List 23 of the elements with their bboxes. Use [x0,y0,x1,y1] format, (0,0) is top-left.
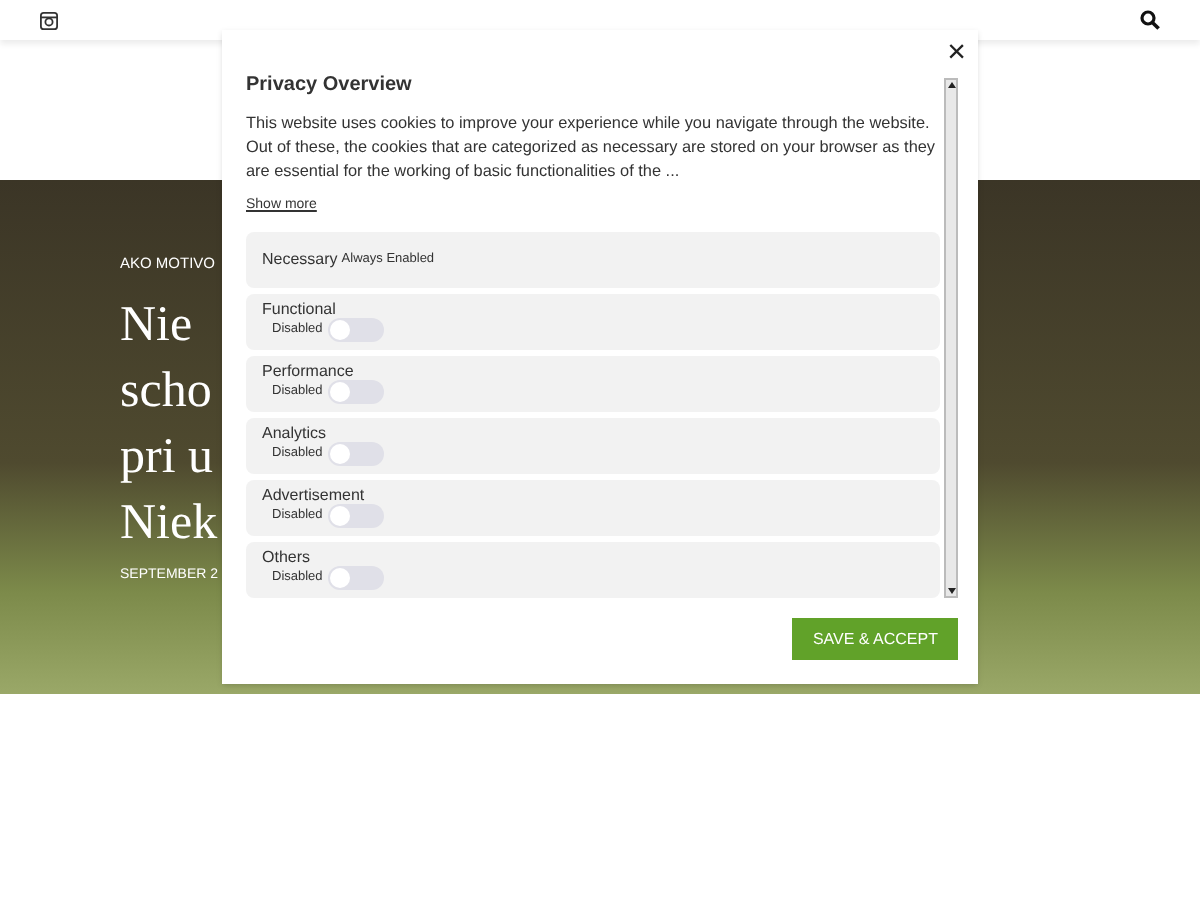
modal-title: Privacy Overview [246,72,414,100]
toggle-switch[interactable] [328,380,385,404]
scroll-down-icon[interactable] [947,588,955,594]
scrollbar[interactable] [944,78,958,598]
category-name: Others [262,548,313,566]
close-button[interactable]: × [947,38,966,70]
category-name: Analytics [262,424,329,442]
category-name: Necessary [262,247,338,271]
toggle-switch[interactable] [328,566,385,590]
toggle-switch[interactable] [328,442,385,466]
search-icon[interactable] [1140,10,1160,30]
category-name: Functional [262,300,338,318]
category-name: Performance [262,362,356,380]
post-title-line: Nie [120,295,193,355]
post-title-line: Niek [120,493,218,553]
toggle-switch[interactable] [328,504,385,528]
post-title-line: scho [120,361,212,421]
instagram-icon[interactable] [40,11,58,29]
modal-description: This website uses cookies to improve your experience while you navigate through the website. Out of these, the cookies that are categorized as necessary are stored on your browser as they are essential for the working of basic functionalities of the ... [246,112,938,184]
post-title-line: pri u [120,427,214,487]
toggle-switch[interactable] [328,318,385,342]
scroll-up-icon[interactable] [947,82,955,88]
category-name: Advertisement [262,486,367,504]
